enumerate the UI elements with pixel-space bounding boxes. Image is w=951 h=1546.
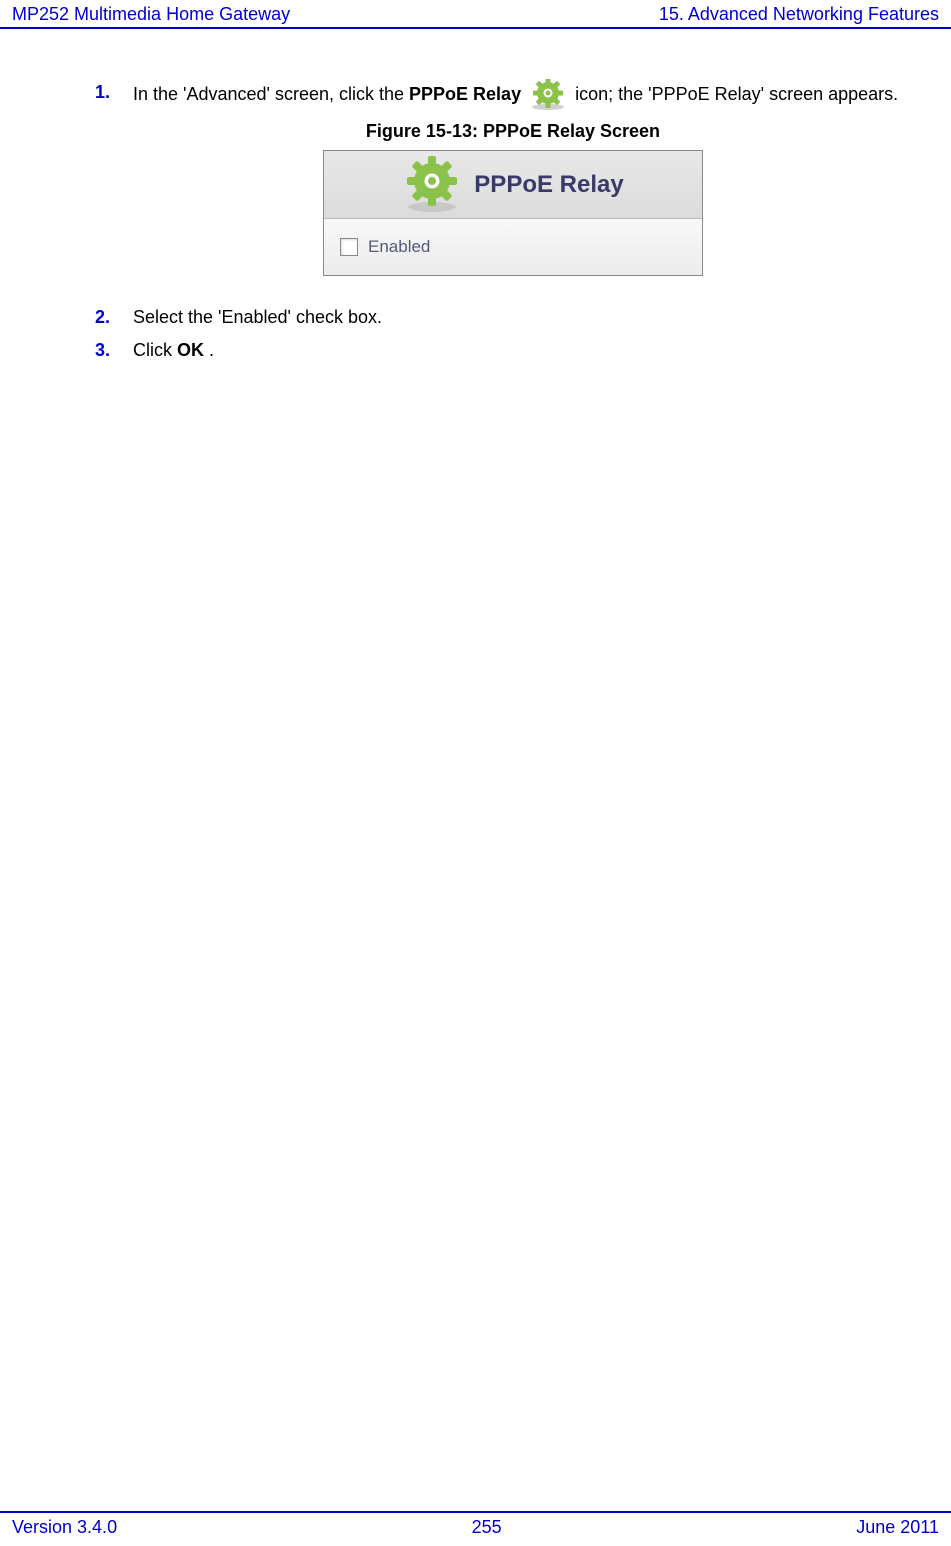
- step-number: 3.: [95, 337, 133, 364]
- header-product-name: MP252 Multimedia Home Gateway: [12, 4, 290, 25]
- footer-page-number: 255: [472, 1517, 502, 1538]
- step-number: 1.: [95, 79, 133, 111]
- enabled-checkbox-label: Enabled: [368, 237, 430, 257]
- step-text-prefix: Click: [133, 340, 177, 360]
- gear-icon: [402, 155, 462, 215]
- figure-panel-title: PPPoE Relay: [474, 171, 623, 199]
- step-text-prefix: In the 'Advanced' screen, click the: [133, 84, 409, 104]
- enabled-checkbox[interactable]: [340, 238, 358, 256]
- step-text-bold: OK: [177, 340, 204, 360]
- step-text-suffix: icon; the 'PPPoE Relay' screen appears.: [575, 84, 898, 104]
- page-header: MP252 Multimedia Home Gateway 15. Advanc…: [0, 0, 951, 29]
- step-text-suffix: .: [209, 340, 214, 360]
- header-chapter-title: 15. Advanced Networking Features: [659, 4, 939, 25]
- figure-container: PPPoE Relay Enabled: [95, 150, 931, 276]
- step-text: Select the 'Enabled' check box.: [133, 304, 931, 331]
- figure-caption: Figure 15-13: PPPoE Relay Screen: [95, 121, 931, 142]
- page-content: 1. In the 'Advanced' screen, click the P…: [0, 29, 951, 390]
- gear-icon: [528, 79, 568, 111]
- footer-date: June 2011: [856, 1517, 939, 1538]
- figure-body: Enabled: [324, 219, 702, 275]
- step-text: In the 'Advanced' screen, click the PPPo…: [133, 79, 931, 111]
- figure-frame: PPPoE Relay Enabled: [323, 150, 703, 276]
- page-footer: Version 3.4.0 255 June 2011: [0, 1511, 951, 1540]
- footer-version: Version 3.4.0: [12, 1517, 117, 1538]
- step-1: 1. In the 'Advanced' screen, click the P…: [95, 79, 931, 111]
- step-3: 3. Click OK .: [95, 337, 931, 364]
- step-text-bold: PPPoE Relay: [409, 84, 521, 104]
- step-number: 2.: [95, 304, 133, 331]
- step-text: Click OK .: [133, 337, 931, 364]
- step-2: 2. Select the 'Enabled' check box.: [95, 304, 931, 331]
- figure-header: PPPoE Relay: [324, 151, 702, 219]
